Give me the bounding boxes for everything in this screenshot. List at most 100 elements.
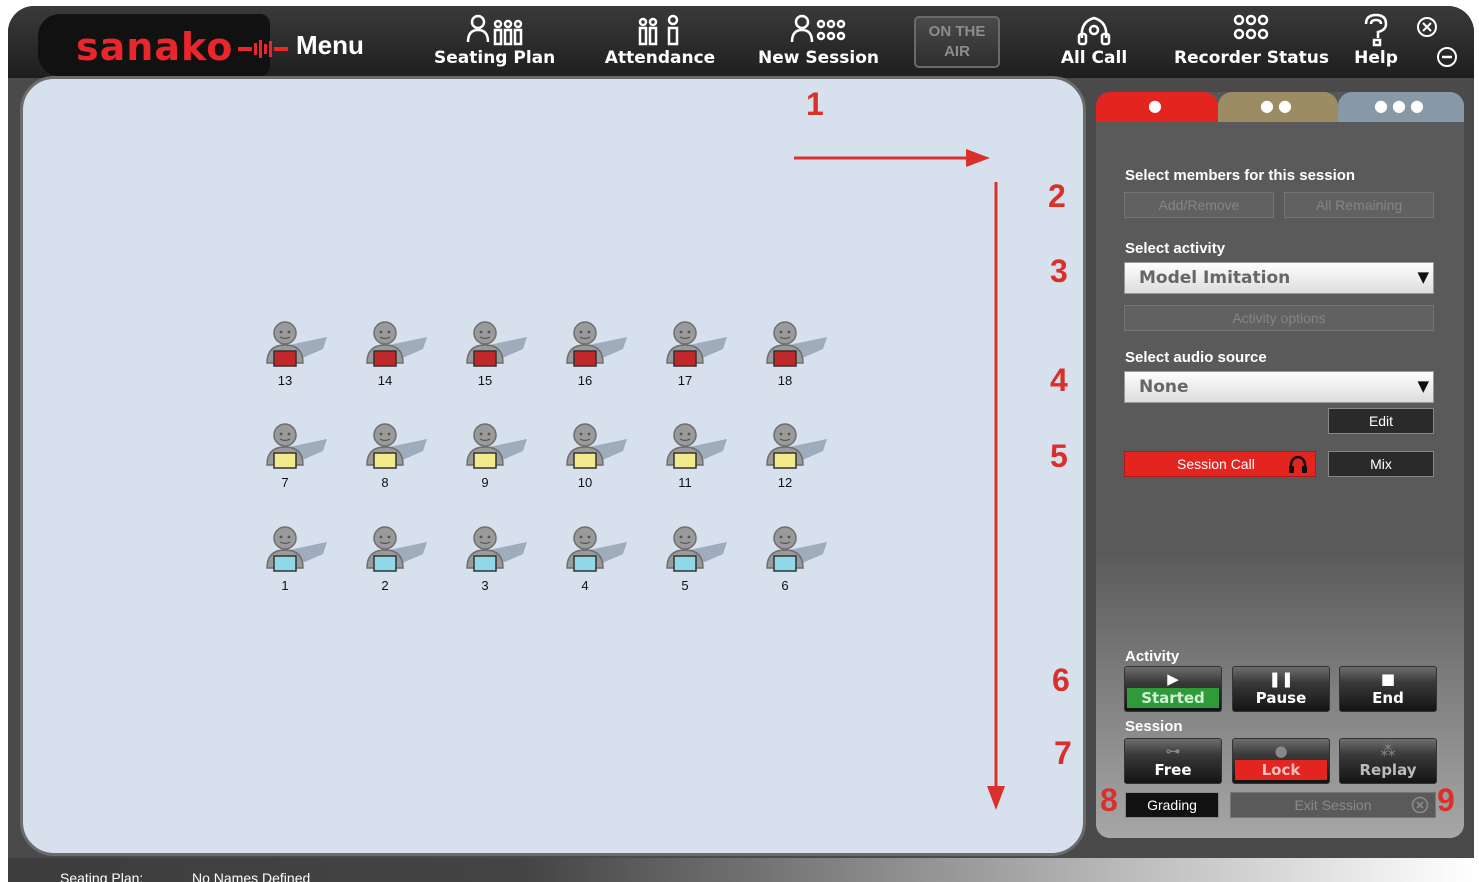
student-number: 5 bbox=[681, 578, 689, 593]
student-seat[interactable]: 12 bbox=[761, 421, 831, 493]
activity-label: Select activity bbox=[1125, 240, 1226, 257]
all-remaining-button[interactable]: All Remaining bbox=[1284, 192, 1434, 218]
student-seat[interactable]: 11 bbox=[661, 421, 731, 493]
activity-options-button[interactable]: Activity options bbox=[1124, 305, 1434, 331]
annotation-4: 4 bbox=[1050, 362, 1068, 398]
menu-button[interactable]: Menu bbox=[296, 30, 364, 61]
tab-3-dots: ●●● bbox=[1374, 96, 1428, 115]
student-icon bbox=[466, 321, 527, 367]
status-bar: Seating Plan: No Names Defined bbox=[8, 858, 1474, 882]
pause-label: Pause bbox=[1255, 689, 1307, 707]
seating-plan-icon bbox=[466, 14, 523, 46]
status-value: No Names Defined bbox=[192, 870, 311, 882]
activity-section-label: Activity bbox=[1125, 648, 1180, 665]
panel-tab-2[interactable]: ●● bbox=[1218, 92, 1338, 122]
student-number: 13 bbox=[277, 373, 293, 388]
mix-button[interactable]: Mix bbox=[1328, 451, 1434, 477]
student-seat[interactable]: 15 bbox=[461, 319, 531, 391]
audio-source-select[interactable]: None ▼ bbox=[1124, 371, 1434, 403]
annotation-9: 9 bbox=[1437, 782, 1455, 818]
minimize-icon[interactable] bbox=[1436, 46, 1458, 68]
all-call-label: All Call bbox=[1060, 48, 1128, 68]
dropdown-arrow-icon: ▼ bbox=[1417, 268, 1429, 286]
student-icon bbox=[766, 423, 827, 469]
app-window: sanako Menu Seating Plan Attendance New … bbox=[8, 6, 1474, 882]
edit-button[interactable]: Edit bbox=[1328, 408, 1434, 434]
student-number: 3 bbox=[481, 578, 489, 593]
add-remove-button[interactable]: Add/Remove bbox=[1124, 192, 1274, 218]
student-number: 8 bbox=[381, 475, 389, 490]
student-seat[interactable]: 5 bbox=[661, 524, 731, 596]
student-seat[interactable]: 18 bbox=[761, 319, 831, 391]
student-seat[interactable]: 13 bbox=[261, 319, 331, 391]
student-number: 7 bbox=[281, 475, 289, 490]
session-call-label: Session Call bbox=[1177, 456, 1255, 472]
attendance-label: Attendance bbox=[604, 48, 716, 68]
pause-activity-button[interactable]: ❚❚ Pause bbox=[1232, 666, 1330, 712]
close-circle-icon bbox=[1411, 796, 1429, 814]
new-session-button[interactable]: New Session bbox=[758, 12, 879, 76]
student-seat[interactable]: 17 bbox=[661, 319, 731, 391]
student-seat[interactable]: 6 bbox=[761, 524, 831, 596]
student-number: 17 bbox=[677, 373, 693, 388]
replay-icon: ⁂ bbox=[1380, 742, 1396, 760]
lock-label: Lock bbox=[1235, 760, 1327, 780]
replay-button[interactable]: ⁂ Replay bbox=[1339, 738, 1437, 784]
session-call-button[interactable]: Session Call bbox=[1124, 451, 1316, 477]
logo-wave-icon bbox=[238, 40, 288, 58]
annotation-3: 3 bbox=[1050, 253, 1068, 289]
help-button[interactable]: Help bbox=[1348, 12, 1404, 76]
lock-icon: ● bbox=[1274, 742, 1288, 760]
student-icon bbox=[566, 423, 627, 469]
replay-label: Replay bbox=[1359, 761, 1417, 779]
status-label: Seating Plan: bbox=[60, 870, 144, 882]
panel-tab-1[interactable]: ● bbox=[1096, 92, 1218, 122]
close-icon[interactable] bbox=[1416, 16, 1438, 38]
free-button[interactable]: ⊶ Free bbox=[1124, 738, 1222, 784]
pause-icon: ❚❚ bbox=[1268, 670, 1294, 688]
student-seat[interactable]: 9 bbox=[461, 421, 531, 493]
attendance-button[interactable]: Attendance bbox=[604, 12, 716, 76]
annotation-6: 6 bbox=[1052, 662, 1070, 698]
student-number: 15 bbox=[477, 373, 493, 388]
student-icon bbox=[666, 321, 727, 367]
seating-plan-canvas[interactable]: 13 14 15 16 17 18 7 8 9 10 11 12 1 2 3 4 5 6 bbox=[20, 76, 1086, 856]
student-seat[interactable]: 7 bbox=[261, 421, 331, 493]
activity-select-value: Model Imitation bbox=[1139, 268, 1291, 288]
start-activity-button[interactable]: ▶ Started bbox=[1124, 666, 1222, 712]
activity-select[interactable]: Model Imitation ▼ bbox=[1124, 262, 1434, 294]
all-call-button[interactable]: All Call bbox=[1054, 12, 1134, 76]
student-icon bbox=[366, 526, 427, 572]
recorder-status-button[interactable]: Recorder Status bbox=[1174, 12, 1329, 76]
student-seat[interactable]: 16 bbox=[561, 319, 631, 391]
free-icon: ⊶ bbox=[1165, 742, 1181, 760]
student-number: 2 bbox=[381, 578, 389, 593]
dropdown-arrow-icon: ▼ bbox=[1417, 377, 1429, 395]
lock-button[interactable]: ● Lock bbox=[1232, 738, 1330, 784]
tab-1-dots: ● bbox=[1148, 96, 1166, 115]
student-seat[interactable]: 4 bbox=[561, 524, 631, 596]
grading-button[interactable]: Grading bbox=[1125, 792, 1219, 818]
student-seat[interactable]: 1 bbox=[261, 524, 331, 596]
student-icon bbox=[266, 321, 327, 367]
annotation-8: 8 bbox=[1100, 782, 1118, 818]
student-seat[interactable]: 8 bbox=[361, 421, 431, 493]
student-icon bbox=[566, 321, 627, 367]
seating-plan-button[interactable]: Seating Plan bbox=[434, 12, 556, 76]
student-icon bbox=[566, 526, 627, 572]
student-number: 16 bbox=[577, 373, 593, 388]
panel-tab-3[interactable]: ●●● bbox=[1338, 92, 1464, 122]
exit-session-button[interactable]: Exit Session bbox=[1230, 792, 1436, 818]
student-seat[interactable]: 2 bbox=[361, 524, 431, 596]
seating-plan-label: Seating Plan bbox=[434, 48, 556, 68]
student-seat[interactable]: 3 bbox=[461, 524, 531, 596]
end-activity-button[interactable]: ■ End bbox=[1339, 666, 1437, 712]
annotation-2: 2 bbox=[1048, 178, 1066, 214]
student-seat[interactable]: 10 bbox=[561, 421, 631, 493]
student-number: 6 bbox=[781, 578, 789, 593]
student-seat[interactable]: 14 bbox=[361, 319, 431, 391]
student-icon bbox=[666, 526, 727, 572]
recorder-status-label: Recorder Status bbox=[1174, 48, 1329, 68]
student-icon bbox=[466, 423, 527, 469]
attendance-icon bbox=[638, 14, 679, 46]
